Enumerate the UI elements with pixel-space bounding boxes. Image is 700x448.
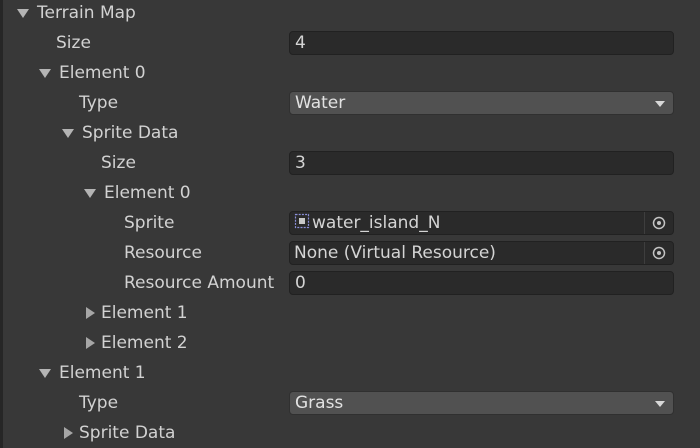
element-1-sprite-data-row: Sprite Data xyxy=(0,418,700,448)
sprite-element-0-row: Element 0 xyxy=(0,178,700,208)
sprite-element-0-foldout[interactable]: Element 0 xyxy=(84,178,191,208)
sprite-element-1-row: Element 1 xyxy=(0,298,700,328)
dropdown-arrow-icon xyxy=(655,401,665,407)
element-0-label: Element 0 xyxy=(59,63,146,83)
type-dropdown[interactable]: Water xyxy=(289,91,674,115)
resource-amount-label: Resource Amount xyxy=(124,273,275,293)
sprite-data-size-row: Size 3 xyxy=(0,148,700,178)
size-label: Size xyxy=(56,33,91,53)
triangle-down-icon xyxy=(62,128,74,138)
sprite-element-1-foldout[interactable]: Element 1 xyxy=(84,298,188,328)
element-1-row: Element 1 xyxy=(0,358,700,388)
element-1-sprite-data-foldout[interactable]: Sprite Data xyxy=(62,418,175,448)
sprite-data-size-input[interactable]: 3 xyxy=(289,151,674,175)
resource-object-field[interactable]: None (Virtual Resource) xyxy=(289,241,674,265)
triangle-right-icon xyxy=(64,427,73,439)
sprite-element-2-foldout[interactable]: Element 2 xyxy=(84,328,188,358)
element-0-type-row: Type Water xyxy=(0,88,700,118)
object-picker-icon[interactable] xyxy=(644,212,673,234)
triangle-down-icon xyxy=(39,368,51,378)
type-dropdown[interactable]: Grass xyxy=(289,391,674,415)
sprite-data-label: Sprite Data xyxy=(79,423,176,443)
sprite-element-1-label: Element 1 xyxy=(101,303,188,323)
sprite-data-label: Sprite Data xyxy=(82,123,179,143)
element-1-type-row: Type Grass xyxy=(0,388,700,418)
terrain-map-size-row: Size 4 xyxy=(0,28,700,58)
resource-row: Resource None (Virtual Resource) xyxy=(0,238,700,268)
terrain-map-label: Terrain Map xyxy=(37,3,136,23)
sprite-data-foldout[interactable]: Sprite Data xyxy=(62,118,178,148)
type-dropdown-value: Water xyxy=(295,93,346,113)
triangle-down-icon xyxy=(17,8,29,18)
resource-label: Resource xyxy=(124,243,202,263)
sprite-element-2-label: Element 2 xyxy=(101,333,188,353)
terrain-map-row: Terrain Map xyxy=(0,0,700,28)
terrain-map-foldout[interactable]: Terrain Map xyxy=(17,0,136,28)
sprite-label: Sprite xyxy=(124,213,175,233)
type-label: Type xyxy=(79,93,119,113)
element-1-foldout[interactable]: Element 1 xyxy=(39,358,146,388)
element-0-foldout[interactable]: Element 0 xyxy=(39,58,146,88)
sprite-row: Sprite water_island_N xyxy=(0,208,700,238)
sprite-element-2-row: Element 2 xyxy=(0,328,700,358)
dropdown-arrow-icon xyxy=(655,101,665,107)
triangle-right-icon xyxy=(86,337,95,349)
element-1-label: Element 1 xyxy=(59,363,146,383)
size-input[interactable]: 4 xyxy=(289,31,674,55)
resource-value: None (Virtual Resource) xyxy=(294,243,496,263)
sprite-value: water_island_N xyxy=(312,213,441,233)
resource-amount-input[interactable]: 0 xyxy=(289,271,674,295)
object-picker-icon[interactable] xyxy=(644,242,673,264)
triangle-down-icon xyxy=(84,188,96,198)
sprite-object-field[interactable]: water_island_N xyxy=(289,211,674,235)
triangle-down-icon xyxy=(39,68,51,78)
type-dropdown-value: Grass xyxy=(295,393,344,413)
type-label: Type xyxy=(79,393,119,413)
triangle-right-icon xyxy=(86,307,95,319)
resource-amount-row: Resource Amount 0 xyxy=(0,268,700,298)
sprite-asset-icon xyxy=(294,213,310,229)
sprite-data-row: Sprite Data xyxy=(0,118,700,148)
sprite-element-0-label: Element 0 xyxy=(104,183,191,203)
element-0-row: Element 0 xyxy=(0,58,700,88)
sprite-data-size-label: Size xyxy=(101,153,136,173)
